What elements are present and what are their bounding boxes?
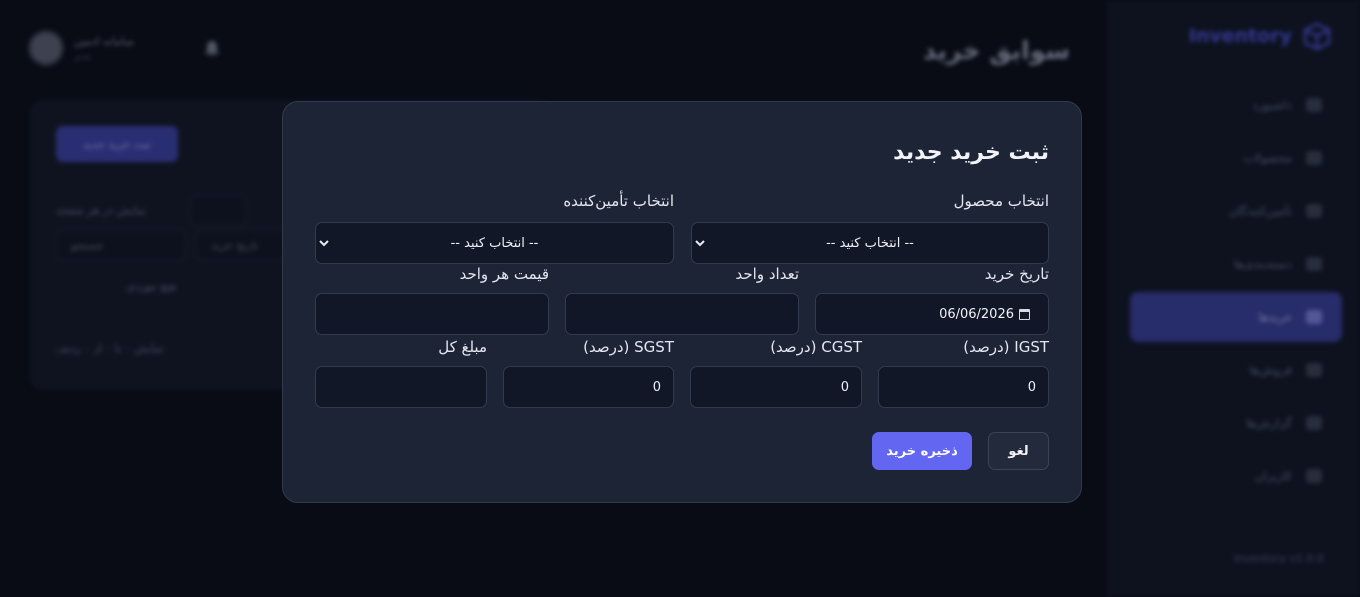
- save-purchase-button[interactable]: ذخیره خرید: [872, 432, 972, 470]
- unit-price-label: قیمت هر واحد: [459, 265, 549, 283]
- sgst-label: SGST (درصد): [583, 338, 674, 356]
- chevron-down-icon: [319, 240, 329, 247]
- product-label: انتخاب محصول: [953, 192, 1049, 210]
- total-label: مبلغ کل: [438, 338, 487, 356]
- quantity-input[interactable]: [565, 293, 799, 335]
- product-select[interactable]: -- انتخاب کنید --: [691, 222, 1049, 264]
- total-input[interactable]: [315, 366, 487, 408]
- igst-label: IGST (درصد): [963, 338, 1049, 356]
- igst-input[interactable]: 0: [878, 366, 1049, 408]
- cgst-field: CGST (درصد) 0: [690, 338, 862, 408]
- cgst-input[interactable]: 0: [690, 366, 862, 408]
- unit-price-field: قیمت هر واحد: [315, 265, 549, 335]
- quantity-field: تعداد واحد: [565, 265, 799, 335]
- purchase-date-field: تاریخ خرید 06/06/2026: [815, 265, 1049, 335]
- quantity-label: تعداد واحد: [735, 265, 799, 283]
- unit-price-input[interactable]: [315, 293, 549, 335]
- supplier-label: انتخاب تأمین‌کننده: [563, 192, 674, 210]
- total-field: مبلغ کل: [315, 338, 487, 408]
- product-field: انتخاب محصول -- انتخاب کنید --: [691, 192, 1049, 264]
- supplier-select[interactable]: -- انتخاب کنید --: [315, 222, 674, 264]
- sgst-field: SGST (درصد) 0: [503, 338, 674, 408]
- new-purchase-modal: ثبت خرید جدید انتخاب محصول -- انتخاب کنی…: [282, 101, 1082, 503]
- cgst-label: CGST (درصد): [770, 338, 862, 356]
- supplier-field: انتخاب تأمین‌کننده -- انتخاب کنید --: [315, 192, 674, 264]
- cancel-button[interactable]: لغو: [988, 432, 1049, 470]
- purchase-date-label: تاریخ خرید: [984, 265, 1049, 283]
- igst-field: IGST (درصد) 0: [878, 338, 1049, 408]
- purchase-date-input[interactable]: 06/06/2026: [815, 293, 1049, 335]
- calendar-icon[interactable]: [1019, 309, 1030, 320]
- sgst-input[interactable]: 0: [503, 366, 674, 408]
- chevron-down-icon: [695, 240, 705, 247]
- modal-title: ثبت خرید جدید: [893, 140, 1049, 165]
